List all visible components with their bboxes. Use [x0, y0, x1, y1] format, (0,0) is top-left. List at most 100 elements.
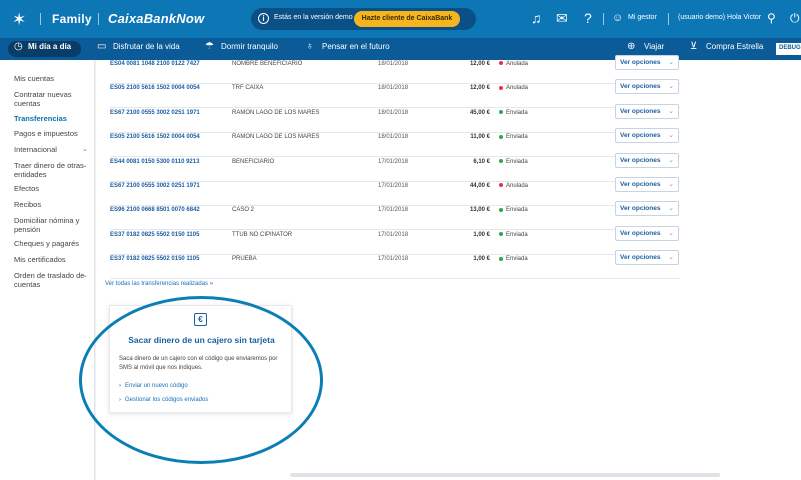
options-dropdown[interactable]: Ver opciones ⌄	[615, 250, 679, 266]
search-icon[interactable]: ⚲	[767, 11, 776, 25]
beneficiary-name: RAMON LAGO DE LOS MARES	[232, 134, 320, 141]
sidebar-item-mis-cuentas[interactable]: Mis cuentas	[14, 74, 92, 83]
table-row[interactable]: ES05 2100 5616 1502 0004 0054 TRF CAIXA 18…	[110, 79, 680, 109]
iban-link[interactable]: ES05 2100 5616 1502 0004 0054	[110, 134, 200, 140]
info-icon: i	[258, 13, 269, 24]
chevron-right-icon: ›	[119, 383, 121, 389]
options-dropdown[interactable]: Ver opciones ⌄	[615, 79, 679, 95]
sidebar-item-traslado[interactable]: Orden de traslado de cuentas	[14, 271, 92, 289]
sidebar-item-domiciliar[interactable]: Domiciliar nómina y pensión	[14, 216, 92, 234]
manager-link[interactable]: Mi gestor	[628, 14, 657, 21]
options-dropdown[interactable]: Ver opciones ⌄	[615, 177, 679, 192]
table-row[interactable]: ES67 2100 0555 3002 0251 1971 17/01/2018 4…	[110, 177, 680, 206]
iban-link[interactable]: ES96 2100 0668 8501 0070 6842	[110, 207, 200, 213]
mail-icon[interactable]: ✉	[556, 10, 568, 27]
manage-codes-link[interactable]: › Gestionar los códigos enviados	[119, 397, 208, 403]
sidebar-item-internacional[interactable]: Internacional	[14, 145, 92, 154]
options-label: Ver opciones	[620, 107, 661, 115]
user-greeting[interactable]: (usuario demo) Hola Victor	[678, 14, 761, 21]
beneficiary-name: PRUEBA	[232, 256, 257, 263]
clock-icon: ◷	[14, 41, 23, 52]
sidebar-item-efectos[interactable]: Efectos	[14, 184, 92, 193]
transfer-amount: 12,00 €	[469, 85, 490, 92]
beneficiary-name: Caso 2	[232, 207, 255, 214]
beneficiary-name: NOMBRE BENEFICIARIO	[232, 61, 303, 67]
iban-link[interactable]: ES44 0081 0150 5300 0110 9213	[110, 159, 199, 165]
chevron-down-icon[interactable]: ⌄	[82, 161, 88, 169]
sidebar-item-contratar-cuentas[interactable]: Contratar nuevas cuentas	[14, 90, 92, 108]
status-dot-icon	[499, 159, 503, 164]
options-dropdown[interactable]: Ver opciones ⌄	[615, 225, 679, 241]
sidebar-item-recibos[interactable]: Recibos	[14, 200, 92, 209]
chevron-down-icon[interactable]: ⌄	[82, 145, 88, 153]
nav-pensar[interactable]: Pensar en el futuro	[322, 42, 390, 51]
nav-compra-estrella[interactable]: Compra Estrella	[706, 42, 763, 51]
power-icon[interactable]: ⏻	[790, 11, 800, 26]
table-row[interactable]: ES37 0182 0825 5502 0150 1105 PRUEBA 17/01…	[110, 250, 680, 280]
nav-mi-dia-a-dia[interactable]: Mi día a día	[28, 42, 71, 51]
globe-icon: ⊕	[627, 41, 636, 52]
iban-link[interactable]: ES05 2100 5616 1502 0004 0054	[110, 85, 200, 91]
options-dropdown[interactable]: Ver opciones ⌄	[615, 152, 679, 168]
options-dropdown[interactable]: Ver opciones ⌄	[615, 55, 679, 70]
iban-link[interactable]: ES37 0182 0825 5502 0150 1105	[110, 256, 199, 262]
chevron-down-icon: ⌄	[668, 83, 674, 91]
nav-disfrutar[interactable]: Disfrutar de la vida	[113, 42, 180, 51]
manager-icon[interactable]: ☺	[612, 12, 623, 24]
sidebar-item-cheques[interactable]: Cheques y pagarés	[14, 239, 92, 248]
iban-link[interactable]: ES67 2100 0555 3002 0251 1971	[110, 183, 200, 189]
piggy-bank-icon: ♁	[306, 41, 314, 52]
sidebar-item-pagos-impuestos[interactable]: Pagos e impuestos	[14, 129, 92, 138]
notifications-icon[interactable]: ♫	[531, 10, 542, 26]
status-dot-icon	[499, 110, 503, 115]
status-label: Anulada	[506, 85, 529, 92]
caixabank-star-icon[interactable]: ✶	[12, 10, 26, 30]
options-dropdown[interactable]: Ver opciones ⌄	[615, 128, 679, 144]
status-badge: Enviada	[499, 110, 528, 116]
card-title: Sacar dinero de un cajero sin tarjeta	[128, 335, 275, 345]
sidebar-item-traer-dinero[interactable]: Traer dinero de otras entidades	[14, 161, 92, 179]
status-label: Enviada	[506, 231, 528, 238]
see-all-transfers-link[interactable]: Ver todas las transferencias realizadas …	[105, 281, 213, 287]
table-row[interactable]: ES37 0182 0825 5502 0150 1105 TTUB NO CIP…	[110, 225, 680, 255]
send-new-code-link[interactable]: › Enviar un nuevo código	[119, 383, 188, 389]
status-dot-icon	[499, 207, 503, 212]
chevron-down-icon: ⌄	[668, 107, 674, 115]
table-row[interactable]: ES04 0081 1048 2100 0122 7427 NOMBRE BENE…	[110, 55, 680, 84]
sidebar-item-certificados[interactable]: Mis certificados	[14, 255, 92, 264]
umbrella-icon: ☂	[205, 41, 214, 52]
status-label: Anulada	[506, 183, 529, 189]
iban-link[interactable]: ES67 2100 0555 3002 0251 1971	[110, 110, 200, 116]
table-row[interactable]: ES44 0081 0150 5300 0110 9213 BENEFICIARI…	[110, 152, 680, 182]
chevron-down-icon: ⌄	[668, 132, 674, 140]
main-content: ES04 0081 1048 2100 0122 7427 NOMBRE BENE…	[96, 55, 801, 480]
brand-logo[interactable]: CaixaBankNow	[108, 11, 204, 26]
tv-icon: ▭	[97, 41, 107, 52]
chevron-down-icon: ⌄	[668, 254, 674, 262]
nav-viajar[interactable]: Viajar	[644, 42, 664, 51]
options-dropdown[interactable]: Ver opciones ⌄	[615, 201, 679, 217]
options-dropdown[interactable]: Ver opciones ⌄	[615, 103, 679, 119]
iban-link[interactable]: ES04 0081 1048 2100 0122 7427	[110, 61, 200, 67]
family-label[interactable]: Family	[52, 12, 92, 26]
help-icon[interactable]: ?	[584, 10, 592, 26]
options-label: Ver opciones	[620, 181, 661, 188]
nav-dormir[interactable]: Dormir tranquilo	[221, 42, 278, 51]
transfer-amount: 11,00 €	[470, 134, 490, 141]
status-label: Enviada	[506, 207, 528, 214]
chevron-down-icon[interactable]: ⌄	[82, 271, 88, 279]
status-label: Anulada	[506, 61, 529, 67]
table-row[interactable]: ES96 2100 0668 8501 0070 6842 Caso 2 17/01…	[110, 201, 680, 231]
become-client-button[interactable]: Hazte cliente de CaixaBank	[354, 11, 460, 27]
options-label: Ver opciones	[620, 229, 661, 237]
transfer-date: 18/01/2018	[378, 85, 409, 92]
transfer-date: 17/01/2018	[378, 231, 409, 238]
table-row[interactable]: ES67 2100 0555 3002 0251 1971 RAMON LAGO …	[110, 103, 680, 133]
table-row[interactable]: ES05 2100 5616 1502 0004 0054 RAMON LAGO …	[110, 128, 680, 158]
iban-link[interactable]: ES37 0182 0825 5502 0150 1105	[110, 232, 199, 238]
sidebar-item-transferencias[interactable]: Transferencias	[14, 114, 92, 123]
debug-tag[interactable]: DEBUG	[776, 43, 801, 55]
transfer-date: 17/01/2018	[378, 256, 409, 263]
transfer-date: 18/01/2018	[378, 134, 409, 141]
cardless-withdrawal-card: € Sacar dinero de un cajero sin tarjeta …	[109, 305, 292, 413]
